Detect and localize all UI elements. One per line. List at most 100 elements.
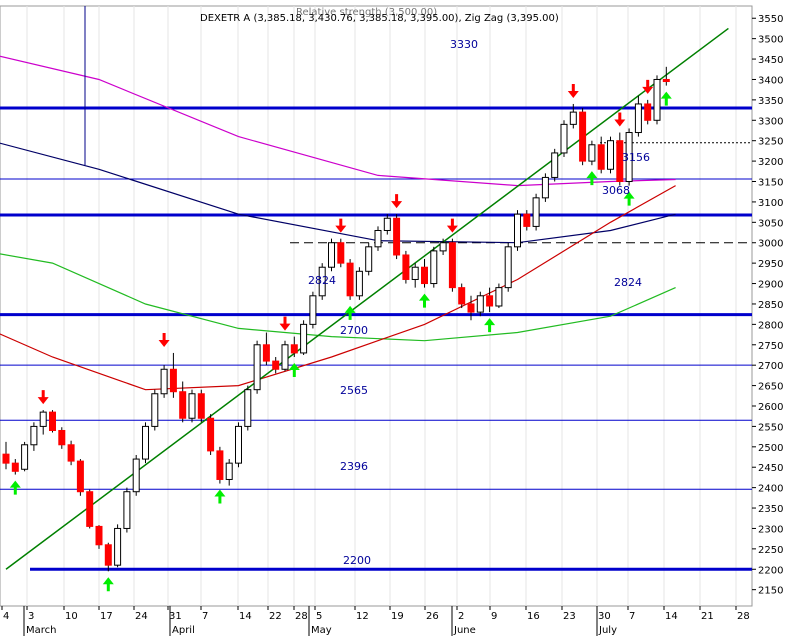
month-label: April [172,625,195,636]
x-tick-label: 3 [28,611,34,622]
level-label: 2700 [340,324,368,337]
month-label: March [26,625,56,636]
x-tick-label: 23 [563,611,576,622]
candle-body [458,287,466,305]
x-tick-label: 10 [65,611,78,622]
candle-body [504,246,512,289]
candle-body [355,270,363,297]
level-label: 3330 [450,38,478,51]
candle-body [76,460,84,493]
candle-body [30,425,38,446]
y-tick-label: 2800 [758,320,783,331]
candle-body [262,344,270,362]
candle-body [346,262,354,297]
candle-body [588,144,596,162]
candle-body [300,323,308,354]
candle-body [67,444,75,462]
candle-body [95,525,103,546]
x-tick-label: 28 [295,611,308,622]
candle-body [160,368,168,395]
level-label: 3156 [622,151,650,164]
candle-body [142,425,149,460]
candle-body [21,444,29,470]
y-tick-label: 3150 [758,178,783,189]
candle-body [49,411,56,431]
y-tick-label: 2300 [758,524,783,535]
candle-body [430,250,438,285]
candle-body [11,462,19,472]
x-tick-label: 14 [239,611,252,622]
candle-body [653,78,661,121]
candle-body [486,295,494,307]
candle-body [253,344,261,391]
candle-body [579,111,587,162]
x-tick-label: 14 [665,611,678,622]
candle-body [467,303,475,313]
x-tick-label: 31 [169,611,182,622]
candle-body [309,295,317,325]
candle-body [532,197,540,227]
y-axis: 2150 2200 2250 2300 2350 2400 2450 2500 2550 2600… [752,14,783,597]
y-tick-label: 2350 [758,504,783,515]
y-tick-label: 2450 [758,463,783,474]
candle-body [179,391,187,419]
x-tick-label: 19 [391,611,404,622]
stock-chart: 3330315630682824 28242700256523962200 215… [0,5,783,636]
candle-body [383,217,391,231]
x-tick-label: 24 [135,611,148,622]
y-tick-label: 2650 [758,382,783,393]
y-tick-label: 3500 [758,35,783,46]
candle-body [569,111,577,125]
candle-body [607,140,614,170]
x-tick-label: 12 [356,611,369,622]
y-tick-label: 3250 [758,137,783,148]
x-tick-label: 9 [491,611,497,622]
candle-body [216,450,224,480]
candle-body [207,417,215,452]
candle-body [634,103,642,134]
level-label: 2824 [614,276,642,289]
candle-body [514,213,521,248]
y-tick-label: 2550 [758,422,783,433]
candle-body [374,229,382,248]
candle-body [114,527,122,566]
level-label: 2565 [340,384,368,397]
candle-body [541,176,549,199]
x-tick-label: 7 [629,611,635,622]
x-tick-label: 5 [316,611,322,622]
level-label: 2200 [343,554,371,567]
candle-body [495,287,503,307]
level-label: 3068 [602,184,630,197]
candle-body [551,152,559,178]
candle-body [560,123,568,154]
x-tick-label: 7 [202,611,208,622]
candle-body [476,295,484,313]
header-title: DEXETR A (3,385.18, 3,430.76, 3,385.18, … [200,13,559,24]
y-tick-label: 2400 [758,484,783,495]
candle-body [169,368,177,393]
candle-body [123,491,131,529]
month-label: June [453,625,476,636]
candle-body [235,425,242,464]
candle-body [393,217,401,256]
y-tick-label: 2750 [758,341,783,352]
level-label: 2824 [308,274,336,287]
y-tick-label: 3100 [758,198,783,209]
candle-body [132,458,140,493]
x-tick-label: 28 [737,611,750,622]
y-tick-label: 2900 [758,280,783,291]
candle-body [523,213,531,227]
y-tick-label: 3450 [758,55,783,66]
candle-body [439,242,447,252]
x-tick-label: 17 [100,611,113,622]
candle-body [244,389,252,427]
candle-body [272,360,280,370]
candle-body [662,78,670,83]
candle-body [337,242,345,264]
candle-body [39,411,47,427]
candle-body [411,266,419,280]
candle-body [86,491,94,527]
y-tick-label: 2250 [758,545,783,556]
x-tick-label: 30 [598,611,611,622]
y-tick-label: 3550 [758,14,783,25]
